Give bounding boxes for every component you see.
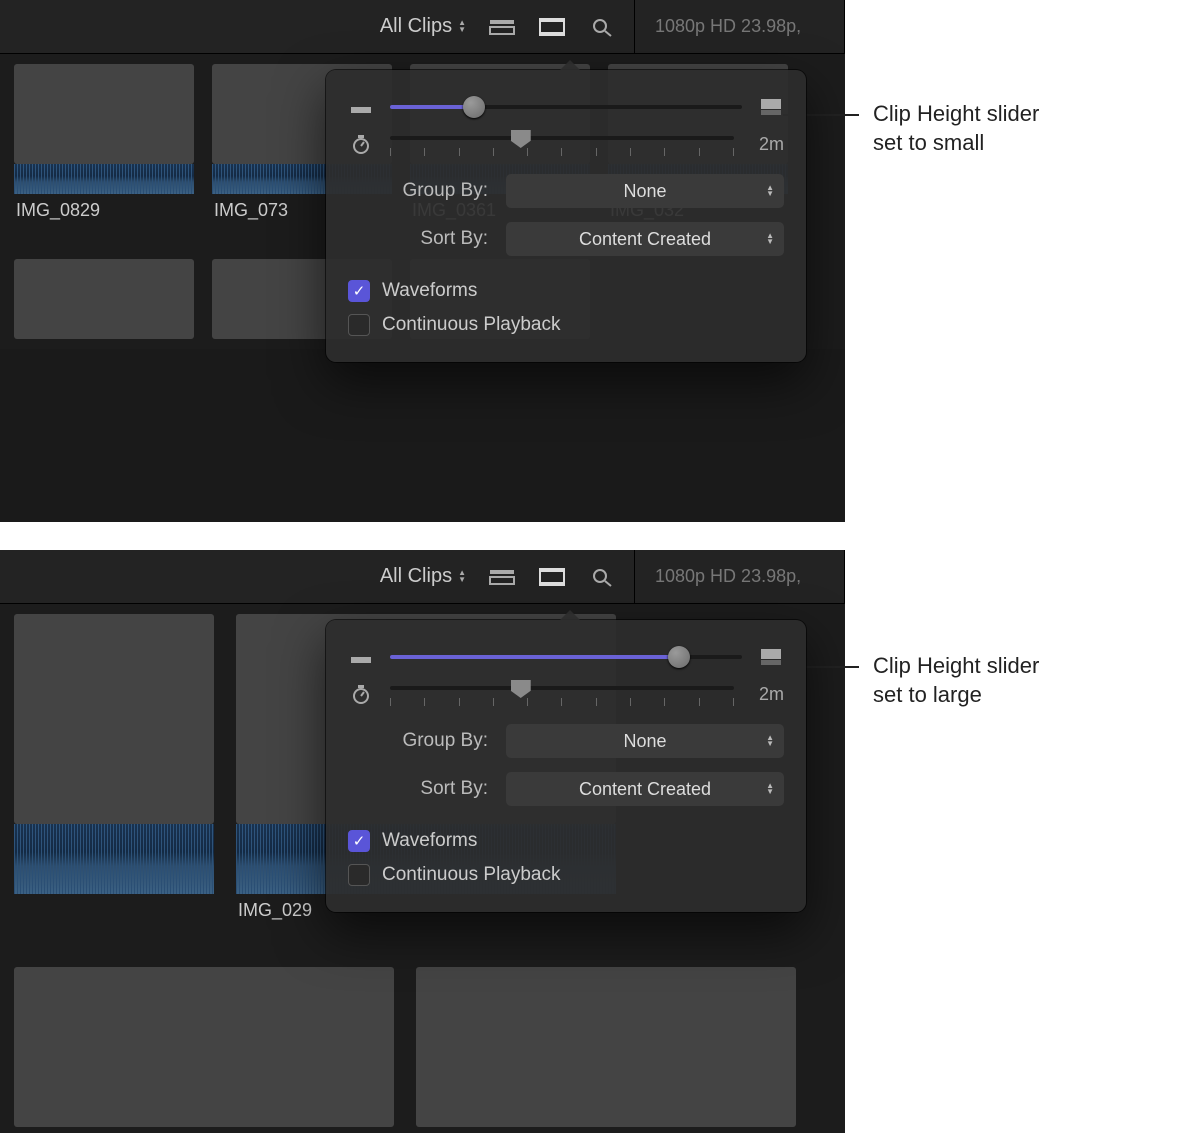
search-icon[interactable] [588,566,616,588]
duration-slider[interactable] [390,128,734,160]
clip-filter-popup[interactable]: All Clips ▲▼ [380,15,466,38]
chevron-updown-icon: ▲▼ [766,735,774,747]
group-by-select[interactable]: None ▲▼ [506,174,784,208]
duration-slider[interactable] [390,678,734,710]
checkbox-unchecked-icon [348,314,370,336]
group-by-select[interactable]: None ▲▼ [506,724,784,758]
clip-item[interactable]: IMG_0829 [14,64,194,223]
sort-by-select[interactable]: Content Created ▲▼ [506,222,784,256]
list-view-icon[interactable] [488,16,516,38]
clip-waveform [14,824,214,894]
group-by-label: Group By: [348,730,488,752]
clip-thumbnail [14,64,194,164]
clip-item[interactable] [14,967,394,1127]
sort-by-select[interactable]: Content Created ▲▼ [506,772,784,806]
sort-by-value: Content Created [579,229,711,250]
clip-thumbnail [14,259,194,339]
group-by-value: None [623,731,666,752]
clip-thumbnail [14,614,214,824]
clip-waveform [14,164,194,194]
callout-text: Clip Height sliderset to small [859,100,1039,157]
clip-thumbnail [416,967,796,1127]
clip-filter-label: All Clips [380,15,452,38]
clip-appearance-popup: 2m Group By: None ▲▼ Sort By: Content Cr… [326,70,806,362]
waveforms-checkbox-row[interactable]: ✓ Waveforms [348,274,784,308]
list-view-icon[interactable] [488,566,516,588]
checkbox-checked-icon: ✓ [348,830,370,852]
search-icon[interactable] [588,16,616,38]
continuous-label: Continuous Playback [382,314,561,336]
checkbox-checked-icon: ✓ [348,280,370,302]
clip-label: IMG_0829 [14,194,194,223]
callout-text: Clip Height sliderset to large [859,652,1039,709]
group-by-label: Group By: [348,180,488,202]
chevron-updown-icon: ▲▼ [766,233,774,245]
sort-by-label: Sort By: [348,778,488,800]
sort-by-label: Sort By: [348,228,488,250]
clip-item[interactable] [14,259,194,339]
clip-height-slider[interactable] [390,646,742,668]
clip-small-icon [348,99,374,115]
clip-filter-label: All Clips [380,565,452,588]
chevron-updown-icon: ▲▼ [766,185,774,197]
group-by-value: None [623,181,666,202]
continuous-label: Continuous Playback [382,864,561,886]
stopwatch-icon [348,133,374,155]
duration-value: 2m [750,684,784,705]
chevron-updown-icon: ▲▼ [458,570,466,583]
duration-value: 2m [750,134,784,155]
clip-large-icon [758,98,784,116]
filmstrip-view-icon[interactable] [538,16,566,38]
callout-large: Clip Height sliderset to large [783,652,1039,709]
filmstrip-view-icon[interactable] [538,566,566,588]
continuous-playback-checkbox-row[interactable]: Continuous Playback [348,858,784,892]
clip-filter-popup[interactable]: All Clips ▲▼ [380,565,466,588]
chevron-updown-icon: ▲▼ [766,783,774,795]
format-label: 1080p HD 23.98p, [635,0,845,53]
browser-panel-large: All Clips ▲▼ 1080p HD 23.98p, IMG_029 [0,550,845,1133]
sort-by-value: Content Created [579,779,711,800]
toolbar: All Clips ▲▼ 1080p HD 23.98p, [0,550,845,604]
stopwatch-icon [348,683,374,705]
clip-height-slider[interactable] [390,96,742,118]
waveforms-label: Waveforms [382,280,477,302]
format-label: 1080p HD 23.98p, [635,550,845,603]
clip-thumbnail [14,967,394,1127]
browser-panel-small: All Clips ▲▼ 1080p HD 23.98p, IMG_0829IM… [0,0,845,522]
clip-large-icon [758,648,784,666]
waveforms-label: Waveforms [382,830,477,852]
checkbox-unchecked-icon [348,864,370,886]
chevron-updown-icon: ▲▼ [458,20,466,33]
waveforms-checkbox-row[interactable]: ✓ Waveforms [348,824,784,858]
clip-item[interactable] [14,614,214,923]
continuous-playback-checkbox-row[interactable]: Continuous Playback [348,308,784,342]
clip-appearance-popup: 2m Group By: None ▲▼ Sort By: Content Cr… [326,620,806,912]
clip-small-icon [348,649,374,665]
toolbar: All Clips ▲▼ 1080p HD 23.98p, [0,0,845,54]
clip-item[interactable] [416,967,796,1127]
callout-small: Clip Height sliderset to small [783,100,1039,157]
